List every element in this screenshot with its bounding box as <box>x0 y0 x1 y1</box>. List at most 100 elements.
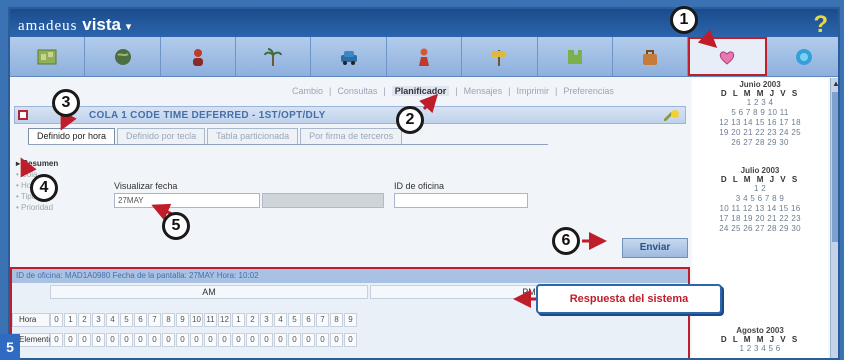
puzzle-icon[interactable] <box>538 37 613 76</box>
nav-link-imprimir[interactable]: Imprimir <box>516 86 549 96</box>
calendar-scrollbar[interactable]: ▲ <box>830 78 838 358</box>
globe-icon[interactable] <box>85 37 161 76</box>
marker-2: 2 <box>396 106 424 134</box>
tab-definido-por-tecla[interactable]: Definido por tecla <box>117 128 206 144</box>
palm-tree-icon[interactable] <box>236 37 312 76</box>
car-icon[interactable] <box>311 37 387 76</box>
response-header: ID de oficina: MAD1A0980 Fecha de la pan… <box>12 269 688 283</box>
hour-cell: 6 <box>134 313 147 327</box>
traveler-icon[interactable] <box>387 37 463 76</box>
hour-cell: 8 <box>330 313 343 327</box>
disabled-field <box>262 193 384 208</box>
count-cell[interactable]: 0 <box>344 333 357 347</box>
nav-link-planificador[interactable]: Planificador <box>391 86 450 96</box>
nav-link-mensajes[interactable]: Mensajes <box>464 86 503 96</box>
marker-3: 3 <box>52 89 80 117</box>
tab-divider <box>28 144 548 145</box>
nav-link-preferencias[interactable]: Preferencias <box>563 86 614 96</box>
scrollbar-thumb[interactable] <box>832 92 838 242</box>
count-cell[interactable]: 0 <box>106 333 119 347</box>
hour-cell: 6 <box>302 313 315 327</box>
tab-definido-por-hora[interactable]: Definido por hora <box>28 128 116 144</box>
office-label: ID de oficina <box>394 181 445 191</box>
count-cell[interactable]: 0 <box>78 333 91 347</box>
count-cell[interactable]: 0 <box>302 333 315 347</box>
module-icon-bar <box>10 37 838 77</box>
calendar-heart-icon[interactable] <box>688 37 767 76</box>
count-cell[interactable]: 0 <box>330 333 343 347</box>
count-cell[interactable]: 0 <box>288 333 301 347</box>
marker-5: 5 <box>162 212 190 240</box>
world-map-icon[interactable] <box>10 37 86 76</box>
count-cell[interactable]: 0 <box>232 333 245 347</box>
hour-cell: 12 <box>218 313 231 327</box>
hour-cell: 5 <box>288 313 301 327</box>
calendar-month-july: Julio 2003 D L M M J V S 1 2 3 4 5 6 7 8… <box>719 166 801 233</box>
count-cell[interactable]: 0 <box>218 333 231 347</box>
office-id-field[interactable] <box>394 193 528 208</box>
hour-cell: 4 <box>106 313 119 327</box>
signpost-icon[interactable] <box>462 37 538 76</box>
help-icon[interactable]: ? <box>813 11 828 39</box>
count-cell[interactable]: 0 <box>260 333 273 347</box>
tab-firma-terceros[interactable]: Por firma de terceros <box>300 128 403 144</box>
calendar-panel: Junio 2003 D L M M J V S 1 2 3 4 5 6 7 8… <box>692 78 828 358</box>
marker-6: 6 <box>552 227 580 255</box>
close-square-icon[interactable] <box>18 110 28 120</box>
calendar-month-june: Junio 2003 D L M M J V S 1 2 3 4 5 6 7 8… <box>719 80 801 147</box>
hour-cell: 1 <box>232 313 245 327</box>
hour-cell: 3 <box>92 313 105 327</box>
hour-cell: 7 <box>316 313 329 327</box>
send-button[interactable]: Enviar <box>622 238 688 258</box>
date-label: Visualizar fecha <box>114 181 178 191</box>
date-field[interactable]: 27MAY <box>114 193 260 208</box>
queue-title: COLA 1 CODE TIME DEFERRED - 1ST/OPT/DLY <box>89 110 326 121</box>
hour-cell: 1 <box>64 313 77 327</box>
count-cell[interactable]: 0 <box>274 333 287 347</box>
amadeus-vista-logo[interactable]: amadeus vista ▾ <box>18 15 132 35</box>
nav-link-cambio[interactable]: Cambio <box>292 86 323 96</box>
count-cell[interactable]: 0 <box>134 333 147 347</box>
hour-cell: 8 <box>162 313 175 327</box>
person-icon[interactable] <box>161 37 237 76</box>
queue-title-bar: COLA 1 CODE TIME DEFERRED - 1ST/OPT/DLY <box>14 106 686 124</box>
count-cell[interactable]: 0 <box>176 333 189 347</box>
hour-cell: 9 <box>176 313 189 327</box>
count-cell[interactable]: 0 <box>162 333 175 347</box>
sidebar-item-prioridad[interactable]: • Prioridad <box>16 202 58 213</box>
edit-note-icon[interactable] <box>663 109 679 121</box>
hour-cells: 0 1 2 3 4 5 6 7 8 9 10 11 12 1 2 3 4 5 6 7 8 9 <box>50 313 358 327</box>
marker-4: 4 <box>30 174 58 202</box>
calendar-month-august: Agosto 2003 D L M M J V S 1 2 3 4 5 6 <box>720 326 800 353</box>
hour-row-label: Hora <box>12 313 50 327</box>
hour-cell: 5 <box>120 313 133 327</box>
count-cells: 0000000000000000000000 <box>50 333 358 347</box>
count-cell[interactable]: 0 <box>190 333 203 347</box>
hour-cell: 7 <box>148 313 161 327</box>
count-row: Elemento 0000000000000000000000 <box>12 333 358 347</box>
hour-cell: 11 <box>204 313 217 327</box>
marker-1: 1 <box>670 6 698 34</box>
count-cell[interactable]: 0 <box>50 333 63 347</box>
top-bar: amadeus vista ▾ ? <box>10 9 838 39</box>
globe-help-icon[interactable] <box>767 37 838 76</box>
hour-cell: 0 <box>50 313 63 327</box>
count-cell[interactable]: 0 <box>204 333 217 347</box>
count-cell[interactable]: 0 <box>148 333 161 347</box>
top-nav: Cambio | Consultas | Planificador | Mensaje… <box>292 86 614 96</box>
scroll-up-arrow-icon[interactable]: ▲ <box>832 79 838 88</box>
count-cell[interactable]: 0 <box>120 333 133 347</box>
count-cell[interactable]: 0 <box>92 333 105 347</box>
response-callout: Respuesta del sistema <box>536 284 722 314</box>
bag-icon[interactable] <box>613 37 689 76</box>
hour-cell: 2 <box>246 313 259 327</box>
count-cell[interactable]: 0 <box>316 333 329 347</box>
am-header: AM <box>50 285 368 299</box>
count-cell[interactable]: 0 <box>64 333 77 347</box>
tab-tabla-particionada[interactable]: Tabla particionada <box>207 128 299 144</box>
sidebar-head[interactable]: ▸ Resumen <box>16 158 58 169</box>
tab-strip: Definido por hora Definido por tecla Tab… <box>28 128 404 144</box>
count-cell[interactable]: 0 <box>246 333 259 347</box>
nav-link-consultas[interactable]: Consultas <box>337 86 377 96</box>
figure-number: 5 <box>0 334 20 360</box>
